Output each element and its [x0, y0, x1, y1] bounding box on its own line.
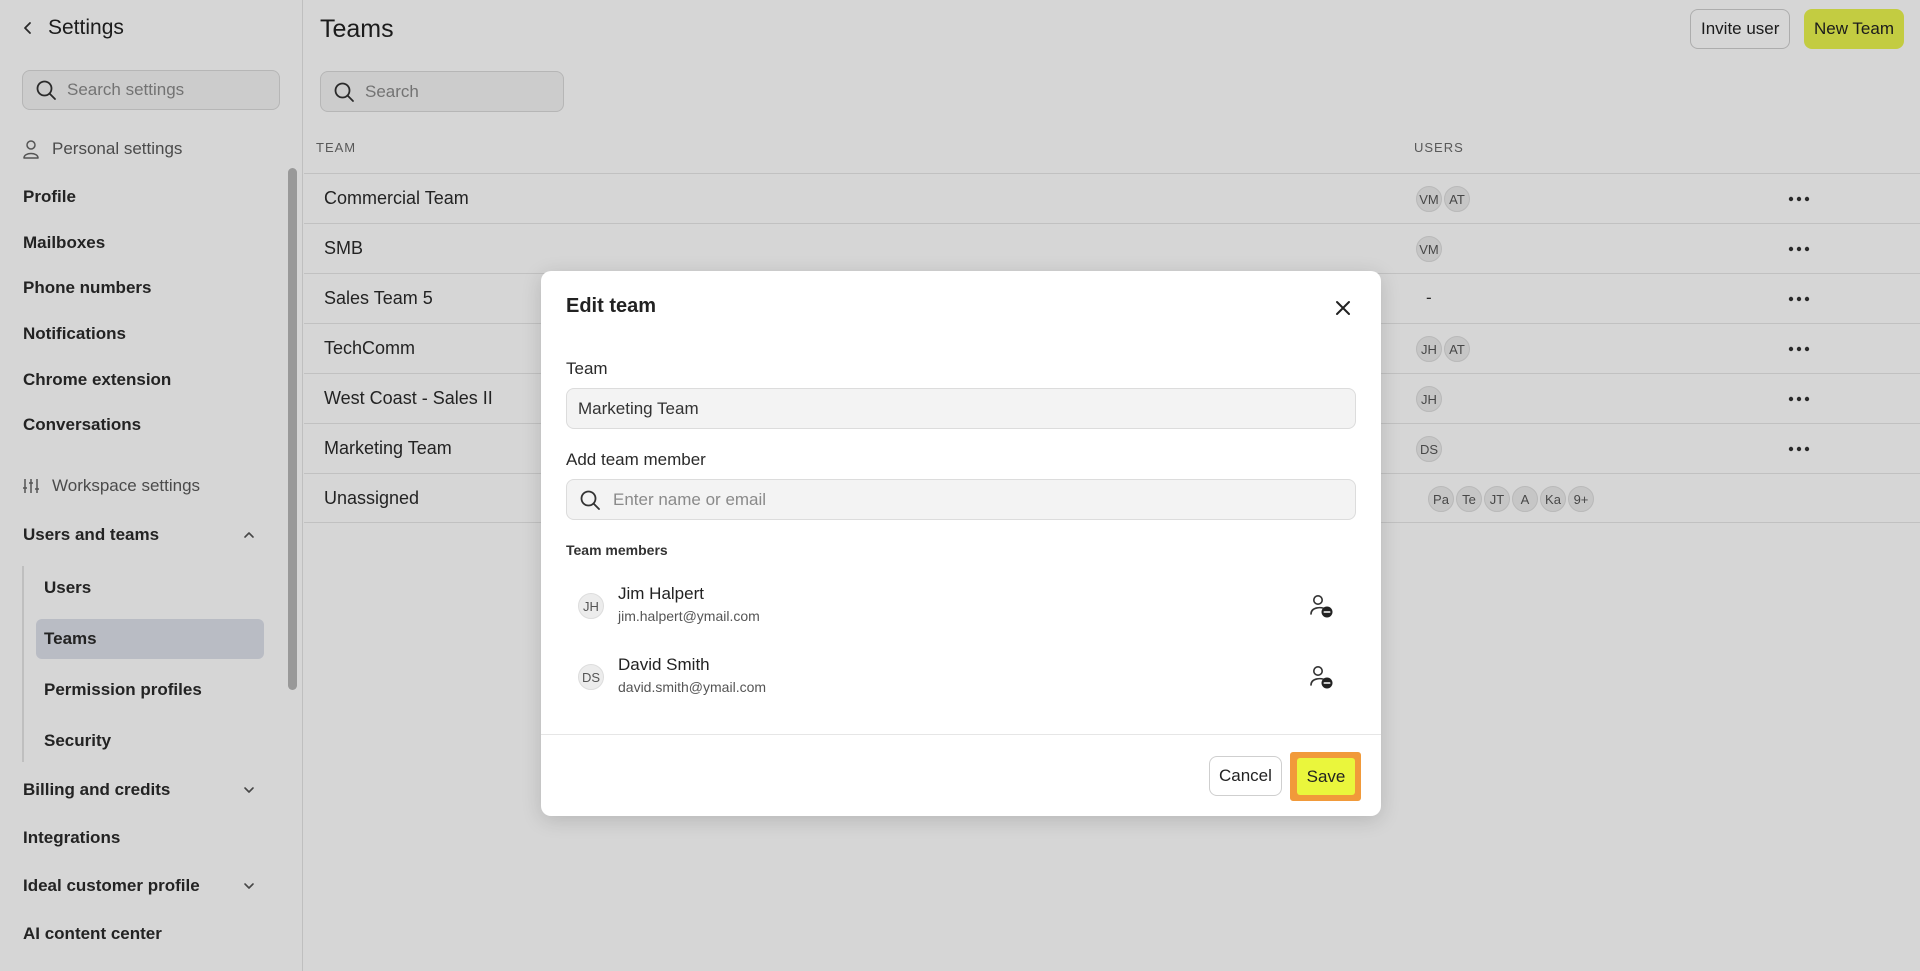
- remove-member-icon[interactable]: [1307, 592, 1335, 620]
- member-email: jim.halpert@ymail.com: [618, 608, 760, 624]
- dialog-footer-divider: [541, 734, 1381, 735]
- cancel-button[interactable]: Cancel: [1209, 756, 1282, 796]
- team-name-input[interactable]: [566, 388, 1356, 429]
- add-member-input[interactable]: [613, 489, 1353, 510]
- add-member-label: Add team member: [566, 450, 706, 469]
- avatar: DS: [578, 664, 604, 690]
- member-name: Jim Halpert: [618, 584, 704, 603]
- member-name: David Smith: [618, 655, 710, 674]
- close-icon[interactable]: [1330, 295, 1356, 321]
- save-button[interactable]: Save: [1297, 758, 1355, 795]
- remove-member-icon[interactable]: [1307, 663, 1335, 691]
- team-name-label: Team: [566, 359, 608, 378]
- search-icon: [580, 490, 600, 510]
- member-email: david.smith@ymail.com: [618, 679, 767, 695]
- add-member-search[interactable]: [566, 479, 1356, 520]
- edit-team-dialog: Edit team Team Add team member Team memb…: [541, 271, 1381, 816]
- dialog-title: Edit team: [566, 295, 657, 317]
- list-item: JH Jim Halpert jim.halpert@ymail.com: [578, 580, 1338, 632]
- team-members-heading: Team members: [566, 542, 668, 558]
- list-item: DS David Smith david.smith@ymail.com: [578, 651, 1338, 703]
- avatar: JH: [578, 593, 604, 619]
